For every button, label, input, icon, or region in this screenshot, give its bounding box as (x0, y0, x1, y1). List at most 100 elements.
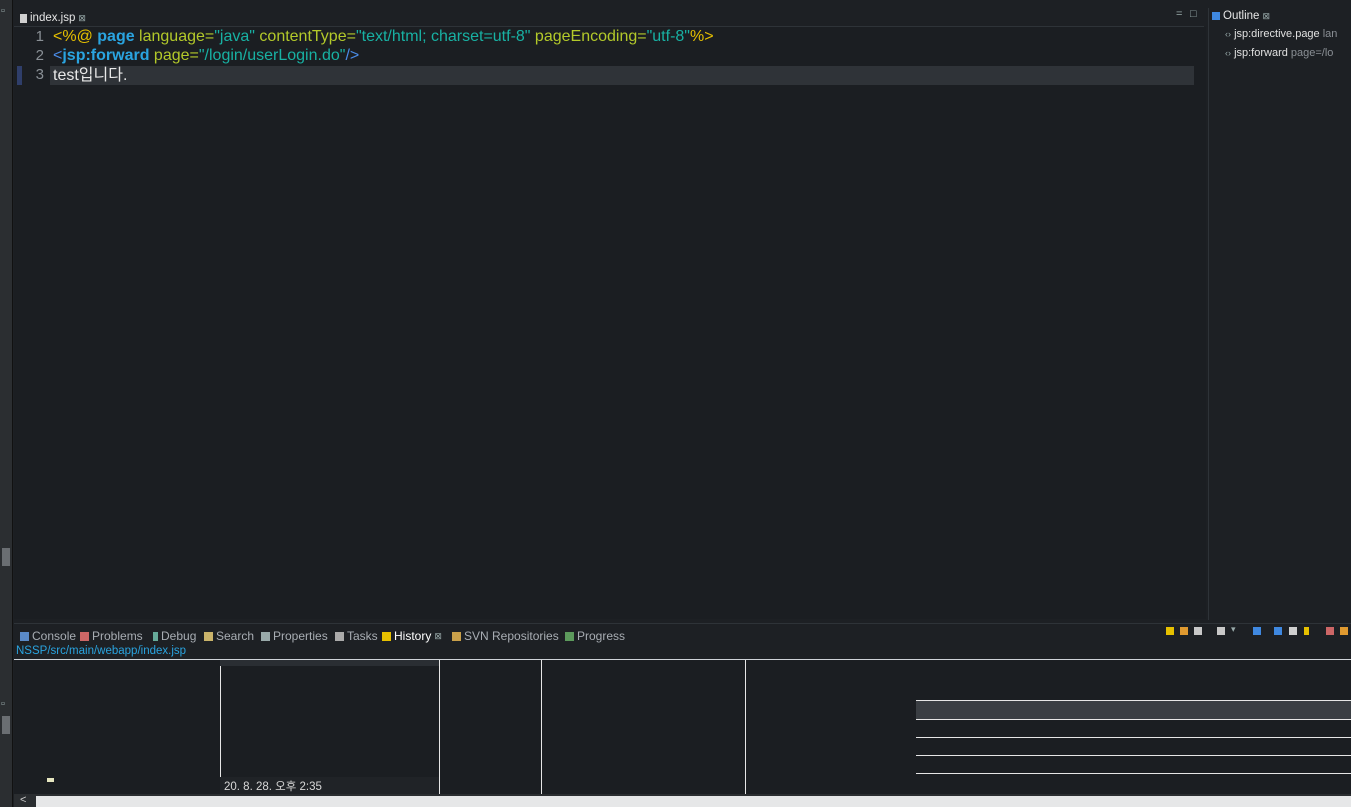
history-row[interactable]: 20. 8. 28. 오후 2:35 (220, 777, 439, 794)
revision-date: 20. 8. 28. 오후 2:35 (224, 781, 322, 793)
search-icon (204, 631, 213, 641)
attr-name: page= (149, 47, 199, 64)
attr-value: "text/html; charset=utf-8" (355, 28, 531, 45)
editor-tab-bar: index.jsp ⊠ = □ (14, 8, 1204, 27)
tag-icon: ‹› (1225, 48, 1231, 58)
outline-item-detail: page=/lo (1287, 47, 1334, 59)
code-line-3[interactable]: test입니다. (53, 66, 127, 85)
jsp-tag-name: jsp:forward (62, 47, 150, 64)
column-divider (439, 660, 440, 794)
close-icon[interactable]: ⊠ (78, 13, 86, 24)
close-icon[interactable]: ⊠ (434, 631, 442, 642)
tab-label: Debug (161, 629, 197, 643)
tab-history[interactable]: History ⊠ (382, 629, 442, 643)
tab-label: SVN Repositories (464, 629, 559, 643)
tab-label: Progress (577, 629, 626, 643)
close-icon[interactable]: ⊠ (1262, 11, 1270, 22)
progress-icon (565, 631, 574, 641)
jsp-keyword: page (97, 28, 135, 45)
tab-debug[interactable]: Debug (153, 629, 196, 643)
maximize-icon[interactable]: □ (1190, 8, 1197, 20)
tab-label: Console (32, 629, 77, 643)
tab-label: Tasks (347, 629, 378, 643)
pin-icon[interactable] (1217, 627, 1225, 635)
tab-problems[interactable]: Problems (80, 629, 143, 643)
row-divider (916, 737, 1351, 738)
trim-marker[interactable] (2, 716, 10, 734)
line-number: 3 (35, 66, 44, 83)
left-trim-strip: ▫ ▫ (0, 0, 13, 807)
line-number: 2 (35, 47, 44, 64)
attr-name: contentType= (254, 28, 356, 45)
attr-value: "java" (214, 28, 255, 45)
selected-row[interactable] (916, 700, 1351, 720)
jsp-directive-close: %> (689, 28, 714, 45)
link-editor-icon[interactable] (1180, 627, 1188, 635)
row-divider (916, 773, 1351, 774)
tab-progress[interactable]: Progress (565, 629, 625, 643)
code-line-1[interactable]: <%@ page language="java" contentType="te… (53, 27, 714, 46)
trim-marker[interactable] (2, 548, 10, 566)
remove-icon[interactable] (1326, 627, 1334, 635)
history-table[interactable]: 20. 8. 28. 오후 2:35 (14, 659, 1351, 795)
bottom-tab-bar: Console Problems Debug Search Properties… (14, 623, 1351, 646)
outline-item-detail: lan (1319, 28, 1338, 40)
tasks-icon (335, 631, 344, 641)
column-divider (220, 660, 221, 794)
column-divider (541, 660, 542, 794)
properties-icon (261, 631, 270, 641)
outline-item-label: jsp:forward (1234, 47, 1288, 59)
menu-icon[interactable] (1340, 627, 1348, 635)
minimize-icon[interactable]: = (1176, 8, 1182, 20)
tag-close: /> (345, 47, 360, 64)
compare-icon[interactable] (1194, 627, 1202, 635)
debug-icon (153, 631, 158, 641)
collapse-icon[interactable] (1289, 627, 1297, 635)
editor-tab-index-jsp[interactable]: index.jsp ⊠ (20, 10, 86, 26)
restore-icon[interactable]: ▫ (1, 698, 5, 710)
tab-console[interactable]: Console (20, 629, 76, 643)
editor-tab-label: index.jsp (30, 12, 76, 24)
problems-icon (80, 631, 89, 641)
scrollbar-thumb[interactable] (36, 796, 1351, 807)
tab-label: Search (216, 629, 255, 643)
filter-icon[interactable] (1253, 627, 1261, 635)
expand-icon[interactable] (1274, 627, 1282, 635)
tag-icon: ‹› (1225, 29, 1231, 39)
attr-value: "/login/userLogin.do" (198, 47, 346, 64)
tab-outline[interactable]: Outline ⊠ (1212, 10, 1270, 22)
history-icon (382, 631, 391, 641)
restore-icon[interactable]: ▫ (1, 5, 5, 17)
outline-icon (1212, 12, 1220, 20)
attr-value: "utf-8" (646, 28, 690, 45)
current-line-highlight (50, 66, 1194, 85)
tab-tasks[interactable]: Tasks (335, 629, 378, 643)
plain-text: test입니다. (53, 67, 128, 84)
tab-search[interactable]: Search (204, 629, 254, 643)
refresh-icon[interactable] (1166, 627, 1174, 635)
column-divider (745, 660, 746, 794)
attr-name: language= (134, 28, 215, 45)
chevron-down-icon[interactable]: ▾ (1231, 624, 1236, 635)
outline-item-label: jsp:directive.page (1234, 28, 1320, 40)
outline-item[interactable]: ‹› jsp:forward page=/lo (1225, 47, 1333, 59)
attr-name: pageEncoding= (530, 28, 647, 45)
outline-item[interactable]: ‹› jsp:directive.page lan (1225, 28, 1337, 40)
tab-svn-repositories[interactable]: SVN Repositories (452, 629, 559, 643)
svn-icon (452, 631, 461, 641)
code-line-2[interactable]: <jsp:forward page="/login/userLogin.do"/… (53, 46, 359, 65)
column-header[interactable] (220, 660, 439, 666)
scroll-left-button[interactable]: < (20, 794, 26, 806)
tag-open: < (53, 47, 63, 64)
line-number: 1 (35, 28, 44, 45)
revision-icon (47, 778, 54, 782)
tab-properties[interactable]: Properties (261, 629, 328, 643)
code-editor[interactable] (14, 27, 1206, 619)
tab-label: History (394, 629, 432, 643)
outline-title: Outline (1223, 10, 1260, 22)
bookmark-icon[interactable] (1304, 627, 1309, 635)
tab-label: Properties (273, 629, 328, 643)
console-icon (20, 631, 29, 641)
outline-panel: Outline ⊠ ‹› jsp:directive.page lan ‹› j… (1208, 8, 1351, 620)
history-resource-path: NSSP/src/main/webapp/index.jsp (16, 645, 187, 657)
